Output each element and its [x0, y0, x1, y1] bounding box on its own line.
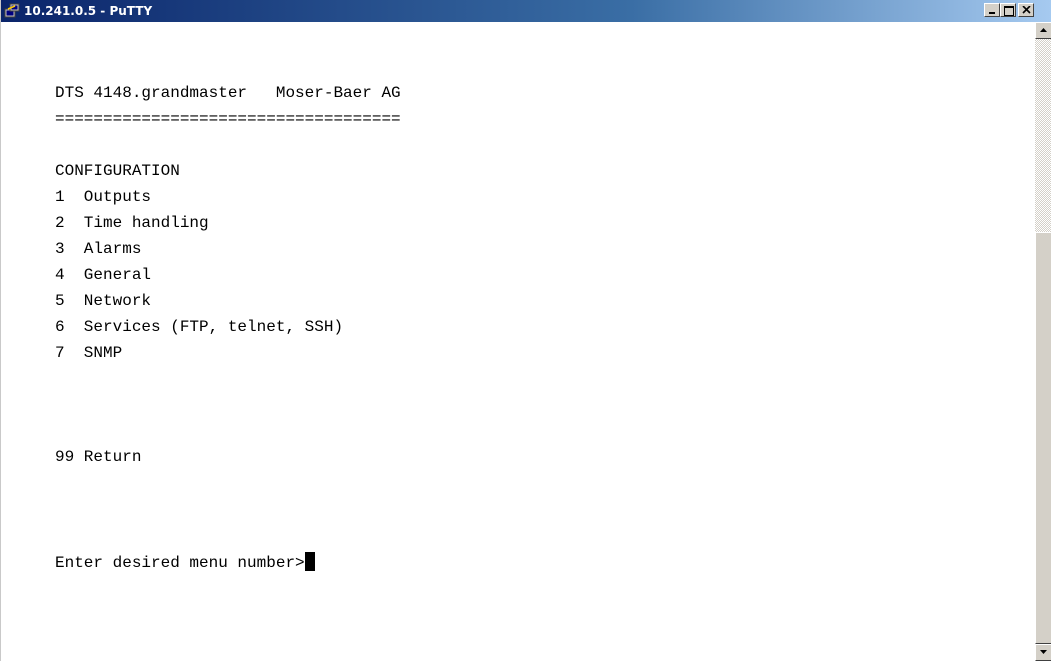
menu-item-outputs: 1 Outputs: [55, 188, 152, 206]
menu-item-snmp: 7 SNMP: [55, 344, 123, 362]
maximize-button[interactable]: [1000, 3, 1016, 17]
header-line: DTS 4148.grandmaster Moser-Baer AG: [55, 84, 401, 102]
close-button[interactable]: [1018, 3, 1034, 17]
menu-item-alarms: 3 Alarms: [55, 240, 142, 258]
scroll-thumb[interactable]: [1035, 232, 1051, 644]
close-icon: [1022, 6, 1031, 14]
terminal-area[interactable]: DTS 4148.grandmaster Moser-Baer AG =====…: [2, 22, 1035, 661]
menu-item-time-handling: 2 Time handling: [55, 214, 209, 232]
prompt-text: Enter desired menu number>: [55, 554, 305, 572]
window-title: 10.241.0.5 - PuTTY: [24, 4, 153, 18]
menu-item-services: 6 Services (FTP, telnet, SSH): [55, 318, 344, 336]
menu-title: CONFIGURATION: [55, 162, 180, 180]
arrow-down-icon: [1040, 650, 1047, 654]
separator-line: ====================================: [55, 110, 401, 128]
prompt-line: Enter desired menu number>: [55, 552, 315, 572]
menu-item-return: 99 Return: [55, 448, 142, 466]
text-cursor: [304, 552, 315, 571]
menu-item-general: 4 General: [55, 266, 152, 284]
vertical-scrollbar[interactable]: [1035, 22, 1051, 661]
putty-icon: [4, 3, 20, 19]
scroll-down-button[interactable]: [1035, 644, 1051, 661]
minimize-button[interactable]: [984, 3, 1000, 17]
arrow-up-icon: [1040, 28, 1047, 32]
putty-window: 10.241.0.5 - PuTTY DTS 4148.grandmaster …: [0, 0, 1051, 661]
scroll-up-button[interactable]: [1035, 22, 1051, 39]
title-bar[interactable]: 10.241.0.5 - PuTTY: [1, 0, 1051, 22]
menu-item-network: 5 Network: [55, 292, 152, 310]
